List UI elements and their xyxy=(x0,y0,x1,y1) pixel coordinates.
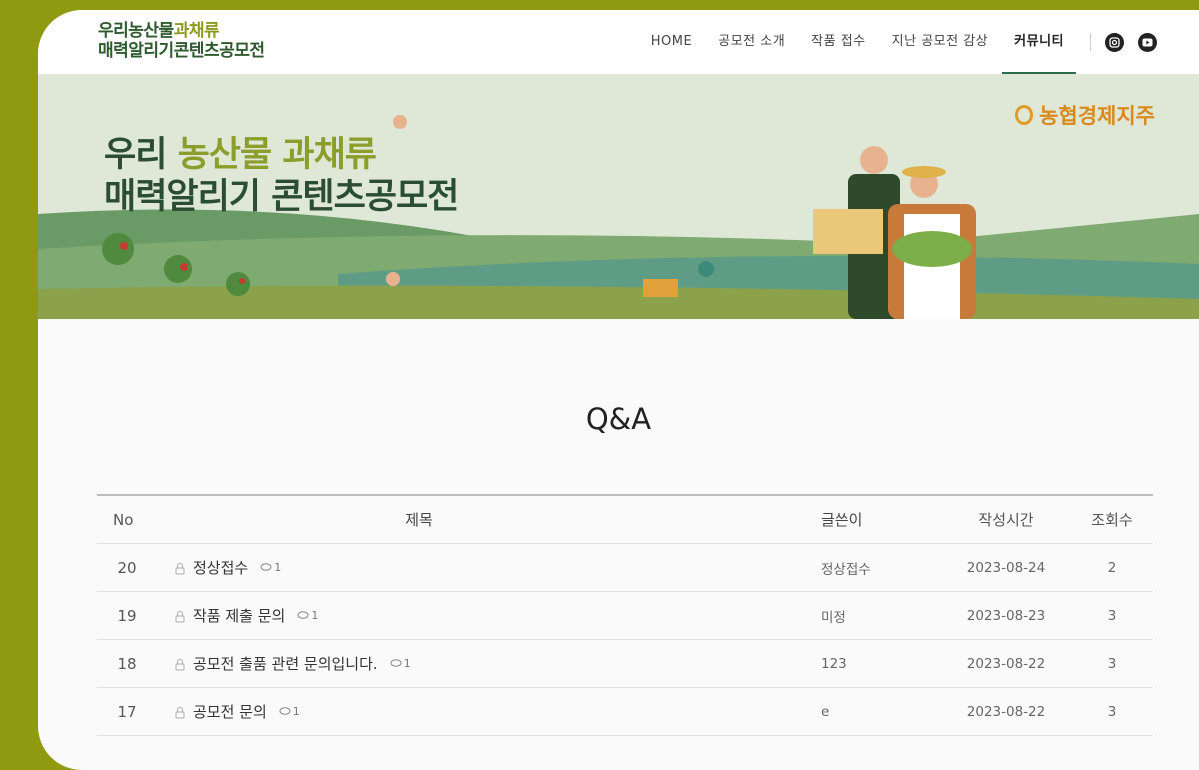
brand-logo: 농협경제지주 xyxy=(1015,100,1155,130)
nav-about[interactable]: 공모전 소개 xyxy=(718,10,785,74)
col-author: 글쓴이 xyxy=(821,511,863,529)
row-date: 2023-08-24 xyxy=(966,559,1046,576)
nh-logo-icon xyxy=(1015,105,1034,125)
comment-icon xyxy=(279,707,291,715)
youtube-icon[interactable] xyxy=(1138,32,1157,52)
col-views: 조회수 xyxy=(1091,511,1133,529)
hero-banner: 우리 농산물 과채류 매력알리기 콘텐츠공모전 농협경제지주 xyxy=(38,74,1199,319)
banner-title-1b: 농산물 과채류 xyxy=(177,135,377,175)
comment-icon xyxy=(260,563,272,571)
logo-text-2: 매력알리기콘텐츠공모전 xyxy=(98,41,265,61)
col-no: No xyxy=(113,510,134,529)
col-title: 제목 xyxy=(405,511,433,529)
row-title-cell: 정상접수 1 xyxy=(157,557,821,578)
post-title-link[interactable]: 작품 제출 문의 xyxy=(193,605,285,626)
nav-home[interactable]: HOME xyxy=(651,10,692,74)
row-no: 19 xyxy=(117,606,137,625)
qa-board: No 제목 글쓴이 작성시간 조회수 20 정상접수 1 정상접수 2023-08-24… xyxy=(97,494,1153,736)
comment-count: 1 xyxy=(390,657,411,670)
comment-count: 1 xyxy=(279,705,300,718)
nav-divider xyxy=(1090,33,1091,51)
banner-title-2: 매력알리기 콘텐츠공모전 xyxy=(104,177,459,217)
nav-community[interactable]: 커뮤니티 xyxy=(1002,10,1076,74)
row-date: 2023-08-23 xyxy=(966,607,1046,624)
row-no: 20 xyxy=(117,558,137,577)
row-title-cell: 공모전 출품 관련 문의입니다. 1 xyxy=(157,653,821,674)
row-date: 2023-08-22 xyxy=(966,655,1046,672)
row-views: 3 xyxy=(1107,703,1117,720)
site-header: 우리농산물과채류 매력알리기콘텐츠공모전 HOME 공모전 소개 작품 접수 지… xyxy=(38,10,1199,74)
table-row[interactable]: 19 작품 제출 문의 1 미정 2023-08-23 3 xyxy=(97,592,1153,640)
row-no: 18 xyxy=(117,654,137,673)
row-title-cell: 작품 제출 문의 1 xyxy=(157,605,821,626)
nav-past-contests[interactable]: 지난 공모전 감상 xyxy=(892,10,989,74)
row-author: 123 xyxy=(821,655,847,672)
row-author: 정상접수 xyxy=(821,561,871,578)
row-views: 3 xyxy=(1107,607,1117,624)
brand-name: 농협경제지주 xyxy=(1039,104,1155,128)
comment-number: 1 xyxy=(403,657,411,670)
post-title-link[interactable]: 공모전 출품 관련 문의입니다. xyxy=(193,653,378,674)
row-author: 미정 xyxy=(821,609,846,626)
row-views: 3 xyxy=(1107,655,1117,672)
row-title-cell: 공모전 문의 1 xyxy=(157,701,821,722)
comment-count: 1 xyxy=(297,609,318,622)
lock-icon xyxy=(175,561,185,575)
page-title: Q&A xyxy=(585,402,652,436)
main-nav: HOME 공모전 소개 작품 접수 지난 공모전 감상 커뮤니티 xyxy=(625,10,1157,74)
table-row[interactable]: 17 공모전 문의 1 e 2023-08-22 3 xyxy=(97,688,1153,736)
row-views: 2 xyxy=(1107,559,1117,576)
comment-number: 1 xyxy=(311,609,319,622)
page: 우리농산물과채류 매력알리기콘텐츠공모전 HOME 공모전 소개 작품 접수 지… xyxy=(38,10,1199,770)
comment-count: 1 xyxy=(260,561,281,574)
post-title-link[interactable]: 공모전 문의 xyxy=(193,701,267,722)
table-row[interactable]: 20 정상접수 1 정상접수 2023-08-24 2 xyxy=(97,544,1153,592)
banner-title-1a: 우리 xyxy=(104,135,178,175)
comment-number: 1 xyxy=(274,561,282,574)
post-title-link[interactable]: 정상접수 xyxy=(193,557,248,578)
comment-icon xyxy=(390,659,402,667)
site-logo[interactable]: 우리농산물과채류 매력알리기콘텐츠공모전 xyxy=(98,21,265,61)
lock-icon xyxy=(175,657,185,671)
logo-text-1b: 과채류 xyxy=(173,21,220,41)
row-date: 2023-08-22 xyxy=(966,703,1046,720)
logo-text-1a: 우리농산물 xyxy=(98,21,174,41)
comment-icon xyxy=(297,611,309,619)
board-header-row: No 제목 글쓴이 작성시간 조회수 xyxy=(97,496,1153,544)
lock-icon xyxy=(175,609,185,623)
row-author: e xyxy=(821,703,830,720)
col-date: 작성시간 xyxy=(978,511,1034,529)
nav-submission[interactable]: 작품 접수 xyxy=(811,10,865,74)
lock-icon xyxy=(175,705,185,719)
banner-title: 우리 농산물 과채류 매력알리기 콘텐츠공모전 xyxy=(104,134,459,218)
instagram-icon[interactable] xyxy=(1105,32,1124,52)
comment-number: 1 xyxy=(292,705,300,718)
row-no: 17 xyxy=(117,702,137,721)
table-row[interactable]: 18 공모전 출품 관련 문의입니다. 1 123 2023-08-22 3 xyxy=(97,640,1153,688)
